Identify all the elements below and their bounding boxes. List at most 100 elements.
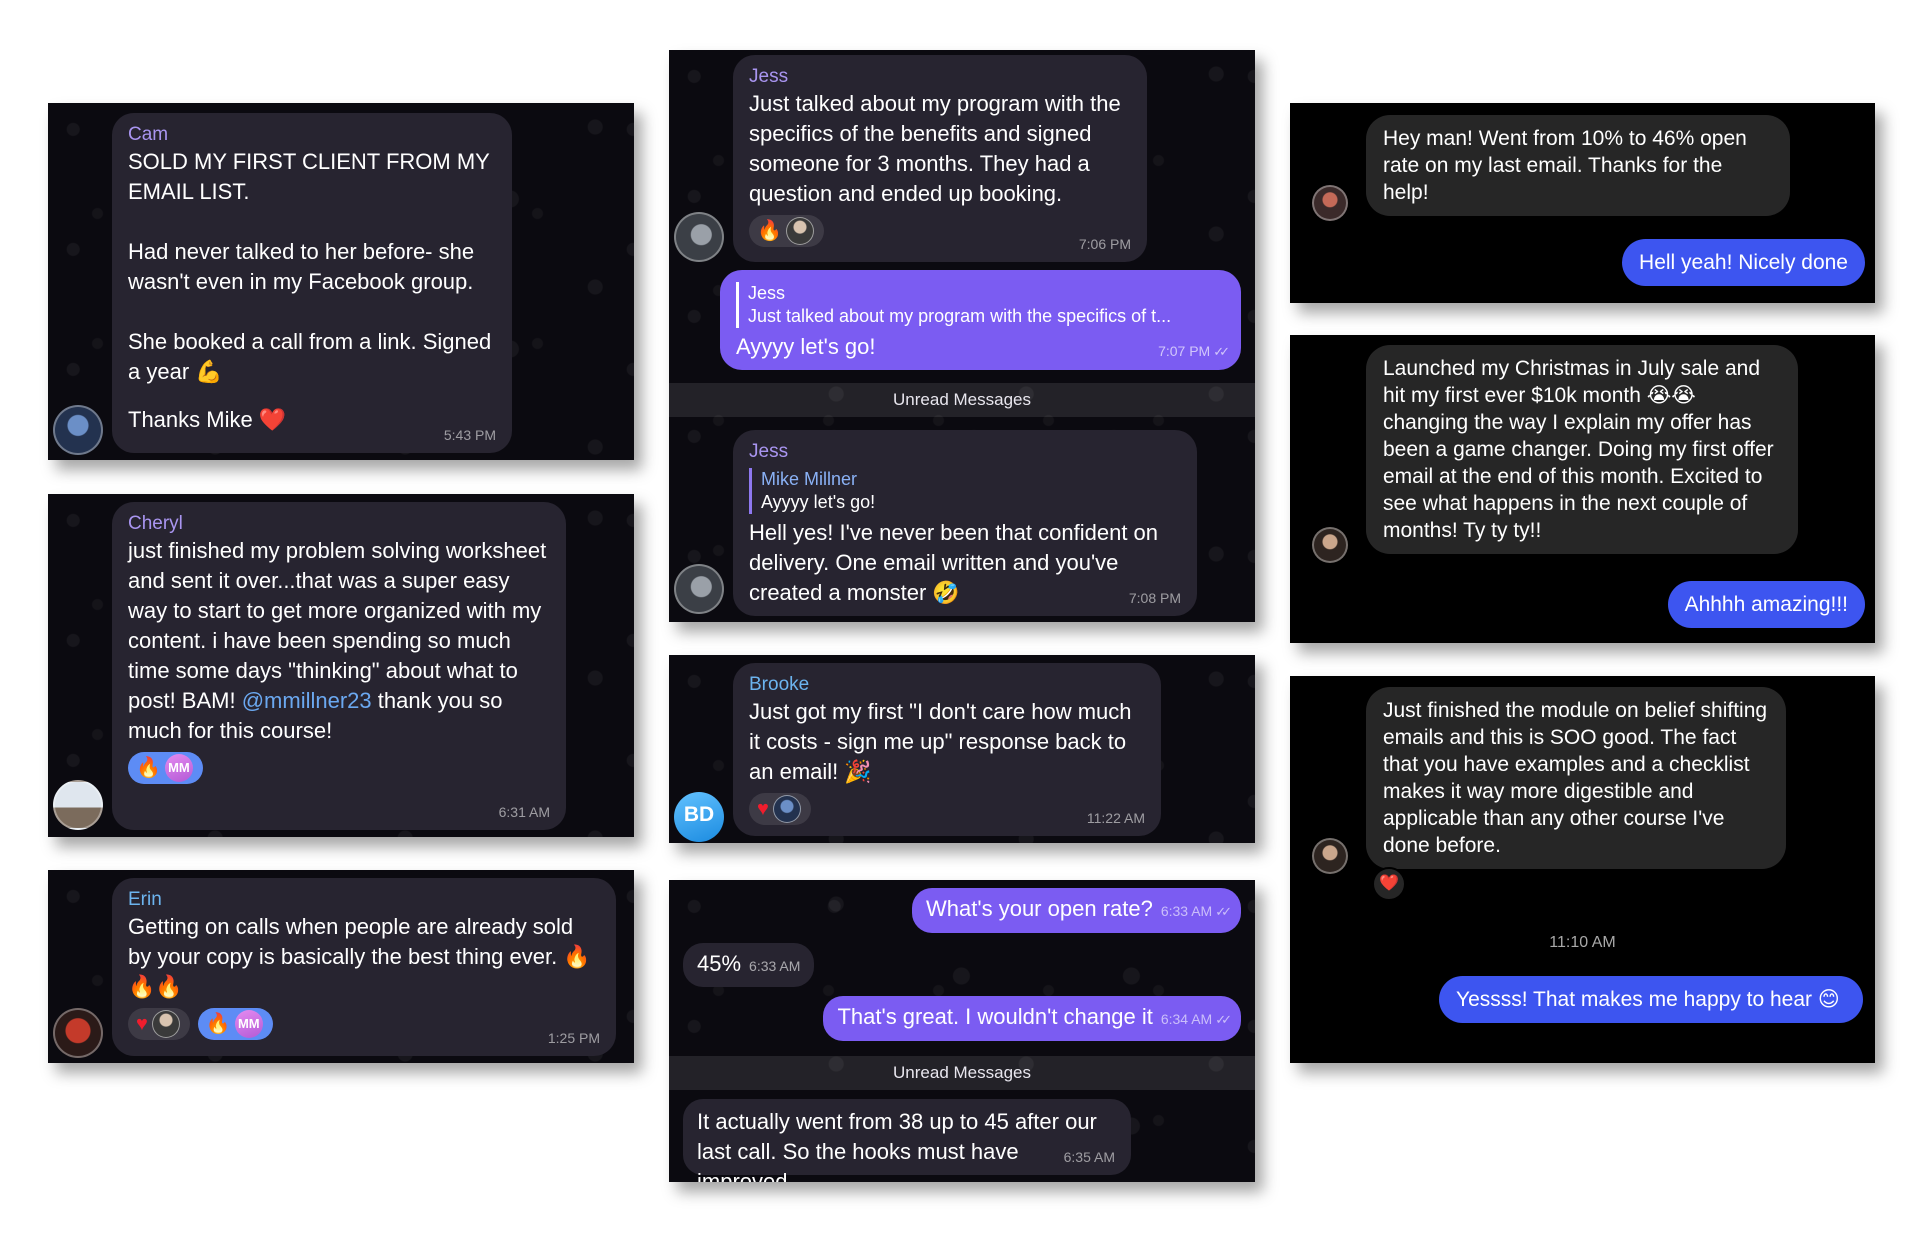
message-text: It actually went from 38 up to 45 after …: [697, 1109, 1097, 1182]
message-time: 1:25 PM: [547, 1030, 600, 1046]
avatar-jess[interactable]: [674, 564, 724, 614]
message-bubble-outgoing[interactable]: That's great. I wouldn't change it 6:34 A…: [823, 996, 1241, 1041]
message-bubble[interactable]: Hey man! Went from 10% to 46% open rate …: [1366, 115, 1790, 216]
reactor-avatar: [151, 1010, 180, 1038]
message-text: Hey man! Went from 10% to 46% open rate …: [1383, 127, 1747, 204]
read-checks-icon: ✓✓: [1215, 904, 1232, 919]
quoted-text: Ayyyy let's go!: [761, 492, 876, 512]
message-bubble[interactable]: It actually went from 38 up to 45 after …: [683, 1099, 1131, 1182]
message-bubble[interactable]: Cam SOLD MY FIRST CLIENT FROM MY EMAIL L…: [112, 113, 512, 453]
message-bubble[interactable]: Cheryl just finished my problem solving …: [112, 502, 566, 830]
read-checks-icon: ✓✓: [1215, 1012, 1232, 1027]
message-line: SOLD MY FIRST CLIENT FROM MY EMAIL LIST.: [128, 149, 490, 204]
fire-icon: 🔥: [136, 757, 161, 779]
message-time: 6:34 AM ✓✓: [1160, 1011, 1232, 1027]
message-line: Thanks Mike ❤️: [128, 407, 287, 432]
chat-panel-cheryl: Cheryl just finished my problem solving …: [48, 494, 634, 837]
heart-icon: ♥: [136, 1013, 148, 1035]
message-text: just finished my problem solving workshe…: [128, 538, 547, 743]
reactor-avatar: [785, 217, 814, 245]
message-time: 6:33 AM ✓✓: [1160, 903, 1232, 919]
message-line: Had never talked to her before- she wasn…: [128, 239, 475, 294]
reactions: 🔥: [749, 215, 1131, 247]
fire-icon: 🔥: [205, 1013, 231, 1035]
message-text: Yessss! That makes me happy to hear 😊: [1456, 988, 1840, 1011]
quoted-name: Mike Millner: [761, 469, 858, 489]
reaction-heart[interactable]: ♥: [749, 793, 811, 825]
reactions: 🔥 MM: [128, 752, 550, 784]
fire-icon: 🔥: [757, 220, 782, 242]
message-bubble[interactable]: Jess Just talked about my program with t…: [733, 55, 1147, 262]
dm-panel-christmas-sale: Launched my Christmas in July sale and h…: [1290, 335, 1875, 643]
sender-name[interactable]: Cam: [128, 123, 496, 147]
avatar-sender[interactable]: [1312, 185, 1348, 221]
reaction-heart[interactable]: ♥: [128, 1008, 190, 1040]
quoted-text: Just talked about my program with the sp…: [748, 306, 1172, 326]
message-bubble[interactable]: 45% 6:33 AM: [683, 943, 815, 987]
message-bubble-outgoing[interactable]: What's your open rate? 6:33 AM ✓✓: [912, 888, 1241, 933]
message-text: That's great. I wouldn't change it: [837, 1004, 1153, 1029]
reactions: ♥ 🔥 MM: [128, 1008, 600, 1040]
message-text: Just talked about my program with the sp…: [749, 91, 1121, 206]
message-bubble[interactable]: Brooke Just got my first "I don't care h…: [733, 663, 1161, 836]
avatar-cam[interactable]: [53, 405, 103, 455]
avatar-brooke[interactable]: BD: [674, 792, 724, 842]
sender-name[interactable]: Jess: [749, 440, 1181, 464]
message-text: Ahhhh amazing!!!: [1684, 593, 1848, 616]
message-bubble[interactable]: Jess Mike Millner Ayyyy let's go! Hell y…: [733, 430, 1197, 616]
message-text: Hell yeah! Nicely done: [1639, 251, 1848, 274]
message-time: 7:08 PM: [1128, 590, 1181, 606]
reaction-fire[interactable]: 🔥: [749, 215, 824, 247]
avatar-sender[interactable]: [1312, 838, 1348, 874]
dm-panel-module: Just finished the module on belief shift…: [1290, 676, 1875, 1063]
avatar-cheryl[interactable]: [53, 780, 103, 830]
chat-panel-cam: Cam SOLD MY FIRST CLIENT FROM MY EMAIL L…: [48, 103, 634, 460]
quoted-name: Jess: [748, 283, 786, 303]
heart-icon: ♥: [757, 798, 769, 820]
message-bubble[interactable]: Erin Getting on calls when people are al…: [112, 878, 616, 1056]
chat-panel-jess: Jess Just talked about my program with t…: [669, 50, 1255, 622]
message-time: 7:07 PM ✓✓: [1158, 343, 1230, 359]
message-text: Just finished the module on belief shift…: [1383, 699, 1768, 857]
unread-messages-divider: Unread Messages: [669, 383, 1255, 417]
message-bubble[interactable]: Just finished the module on belief shift…: [1366, 687, 1786, 869]
avatar-sender[interactable]: [1312, 527, 1348, 563]
reply-quote[interactable]: Mike Millner Ayyyy let's go!: [749, 468, 1181, 514]
message-bubble[interactable]: Launched my Christmas in July sale and h…: [1366, 345, 1798, 554]
sender-name[interactable]: Cheryl: [128, 512, 550, 536]
message-time: 6:35 AM: [1063, 1149, 1115, 1165]
reactions: ♥: [749, 793, 1145, 825]
message-text: Getting on calls when people are already…: [128, 914, 591, 999]
sender-name[interactable]: Brooke: [749, 673, 1145, 697]
chat-panel-open-rate: What's your open rate? 6:33 AM ✓✓ 45% 6:33 …: [669, 880, 1255, 1182]
message-time: 11:22 AM: [1086, 810, 1145, 826]
message-timestamp: 11:10 AM: [1549, 934, 1616, 951]
reply-quote[interactable]: Jess Just talked about my program with t…: [736, 282, 1225, 328]
message-bubble-outgoing[interactable]: Jess Just talked about my program with t…: [720, 270, 1241, 370]
avatar-jess[interactable]: [674, 212, 724, 262]
message-line: She booked a call from a link. Signed a …: [128, 329, 492, 384]
message-bubble-outgoing[interactable]: Yessss! That makes me happy to hear 😊: [1439, 976, 1863, 1023]
message-time: 6:33 AM: [749, 958, 801, 974]
reactor-avatar: MM: [164, 754, 193, 782]
message-text: Just got my first "I don't care how much…: [749, 699, 1132, 784]
sender-name[interactable]: Jess: [749, 65, 1131, 89]
message-time: 5:43 PM: [443, 427, 496, 443]
unread-messages-divider: Unread Messages: [669, 1056, 1255, 1090]
message-time: 6:31 AM: [498, 804, 550, 820]
message-text: 45%: [697, 951, 742, 976]
read-checks-icon: ✓✓: [1213, 344, 1230, 359]
sender-name[interactable]: Erin: [128, 888, 600, 912]
heart-reaction-icon[interactable]: ❤️: [1372, 867, 1406, 901]
mention-link[interactable]: @mmillner23: [242, 688, 372, 713]
message-bubble-outgoing[interactable]: Ahhhh amazing!!!: [1667, 581, 1865, 628]
reaction-fire[interactable]: 🔥 MM: [197, 1008, 273, 1040]
message-bubble-outgoing[interactable]: Hell yeah! Nicely done: [1622, 239, 1865, 286]
message-text: Launched my Christmas in July sale and h…: [1383, 357, 1774, 542]
reaction-fire[interactable]: 🔥 MM: [128, 752, 203, 784]
dm-panel-open-rate: Hey man! Went from 10% to 46% open rate …: [1290, 103, 1875, 303]
avatar-erin[interactable]: [53, 1008, 103, 1058]
chat-panel-erin: Erin Getting on calls when people are al…: [48, 870, 634, 1063]
reactor-avatar: [772, 795, 801, 823]
chat-panel-brooke: BD Brooke Just got my first "I don't car…: [669, 655, 1255, 843]
